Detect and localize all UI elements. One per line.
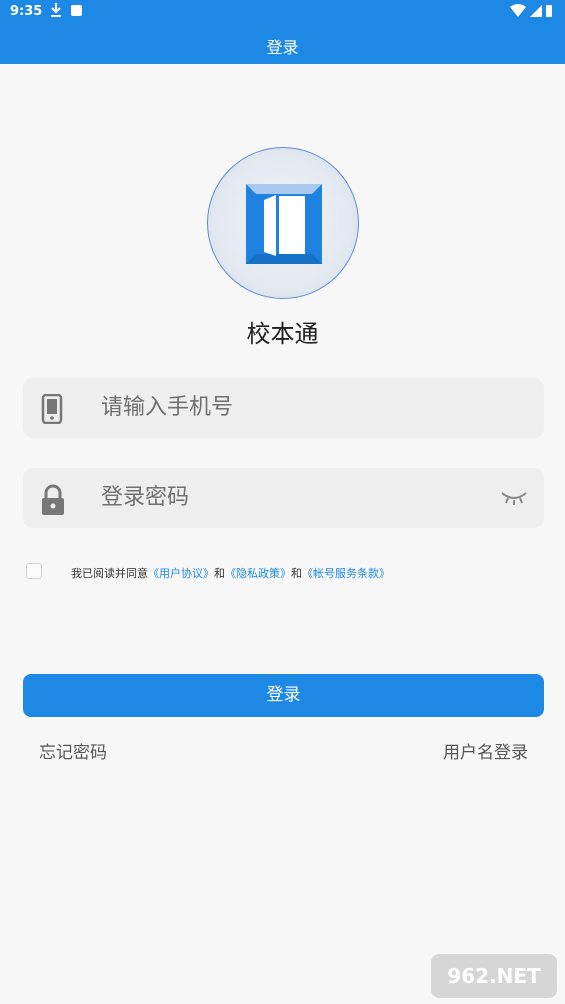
- login-button[interactable]: 登录: [23, 674, 544, 717]
- status-right-icons: [509, 3, 553, 23]
- status-time: 9:35: [10, 4, 43, 19]
- agreement-row: 我已阅读并同意《用户协议》和《隐私政策》和《帐号服务条款》: [26, 563, 546, 581]
- lock-icon: [41, 484, 65, 520]
- phone-icon: [41, 393, 63, 428]
- app-name: 校本通: [246, 320, 319, 348]
- agreement-prefix: 我已阅读并同意: [71, 567, 148, 580]
- agreement-sep-2: 和: [291, 567, 302, 580]
- app-bar: 登录: [0, 24, 565, 64]
- user-agreement-link[interactable]: 《用户协议》: [148, 567, 214, 580]
- password-input[interactable]: 登录密码: [101, 468, 461, 528]
- app-logo: [207, 147, 359, 299]
- privacy-policy-link[interactable]: 《隐私政策》: [225, 567, 291, 580]
- book-logo-icon: [246, 184, 322, 264]
- wifi-battery-icons: [510, 4, 552, 17]
- watermark: 962.NET: [431, 954, 557, 998]
- agreement-sep-1: 和: [214, 567, 225, 580]
- eye-closed-icon[interactable]: [500, 490, 528, 510]
- download-icon: [49, 2, 63, 22]
- agreement-checkbox[interactable]: [26, 563, 42, 579]
- app-notification-icon: [71, 5, 82, 16]
- page-title: 登录: [266, 38, 299, 57]
- password-field[interactable]: 登录密码: [23, 468, 544, 528]
- phone-input[interactable]: 请输入手机号: [101, 378, 461, 438]
- status-bar: 9:35: [0, 0, 565, 24]
- phone-field[interactable]: 请输入手机号: [23, 378, 544, 438]
- agreement-text: 我已阅读并同意《用户协议》和《隐私政策》和《帐号服务条款》: [71, 565, 390, 581]
- account-terms-link[interactable]: 《帐号服务条款》: [302, 567, 390, 580]
- username-login-link[interactable]: 用户名登录: [443, 738, 528, 763]
- forgot-password-link[interactable]: 忘记密码: [39, 738, 107, 763]
